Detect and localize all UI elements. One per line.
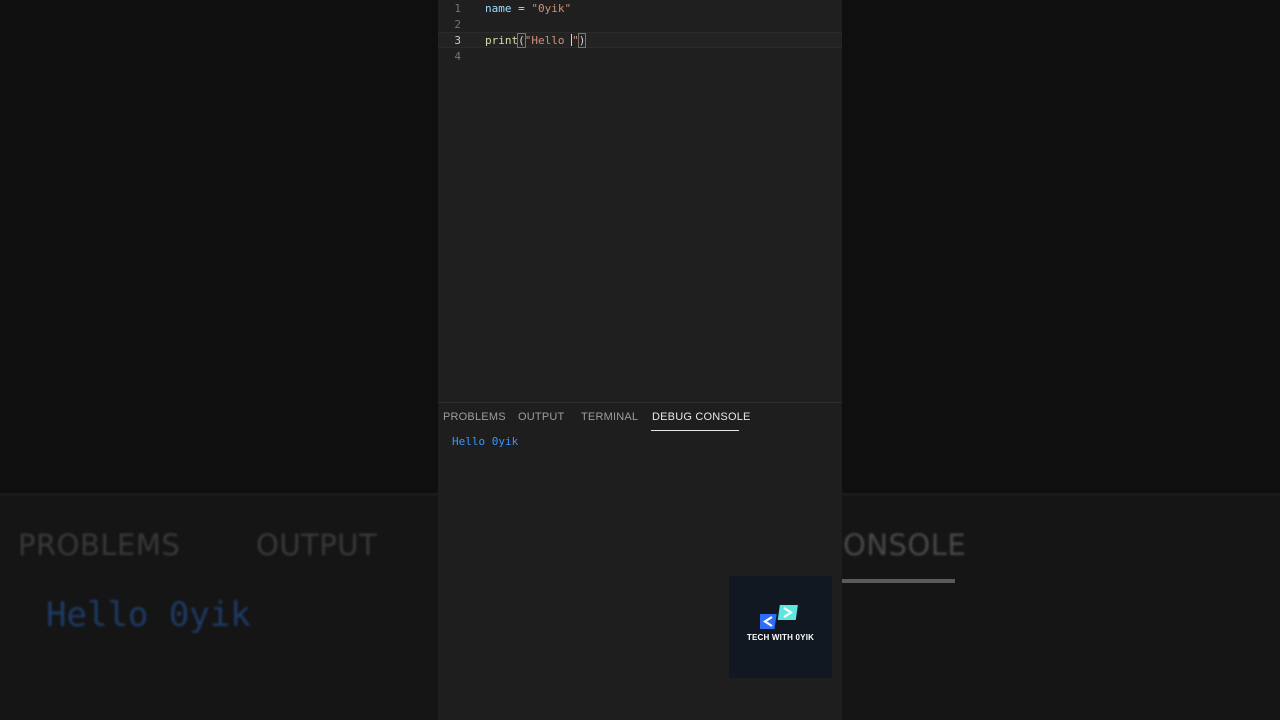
line-number: 1 (454, 2, 461, 15)
function-token: print (485, 34, 519, 47)
tab-debug-console[interactable]: DEBUG CONSOLE (652, 411, 751, 423)
background-tab-underline (842, 579, 955, 583)
background-console-output: Hello 0yik (46, 595, 251, 635)
code-brackets-icon (760, 605, 798, 629)
tab-problems[interactable]: PROBLEMS (443, 411, 506, 423)
background-tab-output: OUTPUT (256, 528, 378, 562)
tab-terminal[interactable]: TERMINAL (581, 411, 638, 423)
string-token: "0yik" (531, 2, 572, 15)
editor-line[interactable]: 4 (438, 49, 842, 65)
logo-text: TECH WITH 0YIK (746, 633, 815, 642)
channel-logo: TECH WITH 0YIK (729, 576, 832, 678)
operator-token: = (511, 2, 532, 15)
paren-close-token: ) (577, 33, 587, 48)
string-token: "Hello (524, 34, 572, 47)
tab-output[interactable]: OUTPUT (518, 411, 564, 423)
background-tab-debug-console: ONSOLE (843, 528, 967, 562)
editor-line[interactable]: 2 (438, 17, 842, 33)
string-quote-token: " (572, 34, 579, 47)
editor-line[interactable]: 1 name = "0yik" (438, 1, 842, 17)
console-output: Hello 0yik (452, 435, 519, 448)
editor-line-current[interactable]: 3 print("Hello ") (438, 32, 842, 48)
line-number: 2 (454, 18, 461, 31)
background-tab-problems: PROBLEMS (18, 528, 181, 562)
code-text: print("Hello ") (485, 33, 587, 49)
active-tab-indicator (651, 430, 739, 431)
line-number: 4 (454, 50, 461, 63)
paren-open-token: ( (517, 33, 526, 48)
variable-token: name (485, 2, 512, 15)
code-text: name = "0yik" (485, 1, 571, 17)
code-editor[interactable]: 1 name = "0yik" 2 3 print("Hello ") 4 (438, 0, 842, 402)
line-number: 3 (454, 34, 461, 47)
